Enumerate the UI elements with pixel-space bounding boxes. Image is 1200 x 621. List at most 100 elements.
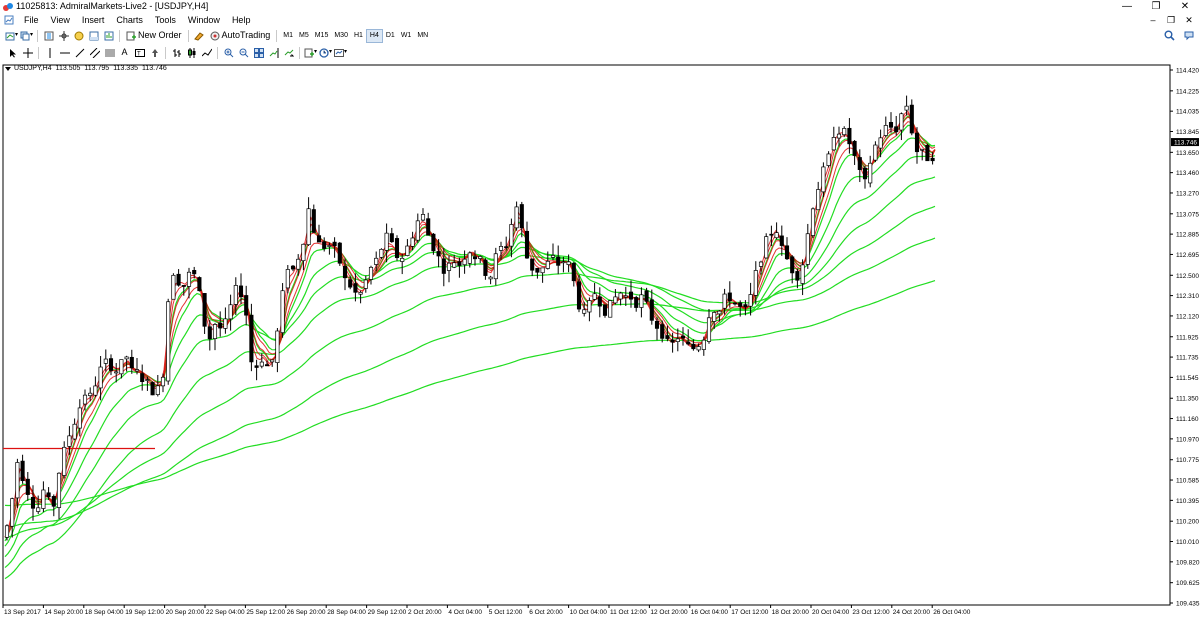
menu-window[interactable]: Window: [182, 13, 226, 27]
strategy-tester-button[interactable]: [102, 29, 115, 42]
bull-candle: [134, 369, 140, 372]
minimize-button[interactable]: —: [1113, 0, 1141, 13]
timeframe-m1-button[interactable]: M1: [280, 30, 296, 42]
zoom-out-icon: [239, 48, 248, 57]
timeframe-h4-button[interactable]: H4: [365, 28, 383, 43]
bear-candle: [238, 285, 244, 298]
navigator-button[interactable]: [72, 29, 85, 42]
horizontal-line-tool[interactable]: [58, 46, 71, 59]
mdi-close-button[interactable]: ✕: [1180, 13, 1198, 27]
menu-insert[interactable]: Insert: [76, 13, 111, 27]
bull-candle: [623, 295, 628, 298]
bull-candle: [498, 246, 504, 251]
candlestick-button[interactable]: [185, 46, 198, 59]
chat-icon[interactable]: [1184, 30, 1195, 41]
tile-windows-button[interactable]: [252, 46, 265, 59]
mdi-minimize-button[interactable]: –: [1144, 13, 1162, 27]
price-tick-label: 110.200: [1176, 519, 1199, 526]
menu-help[interactable]: Help: [226, 13, 257, 27]
periods-button[interactable]: ▾: [319, 46, 332, 59]
search-icon[interactable]: [1164, 30, 1175, 41]
new-chart-button[interactable]: ▾: [5, 29, 18, 42]
price-chart[interactable]: 114.420 114.225 114.035 113.845 113.650 113.4…: [0, 62, 1200, 621]
chart-window-icon[interactable]: [4, 15, 14, 25]
timeframe-w1-button[interactable]: W1: [398, 30, 415, 42]
bull-candle: [509, 224, 514, 247]
mdi-restore-button[interactable]: ❐: [1162, 13, 1180, 27]
bull-candle: [701, 339, 706, 350]
ohlc-high: 113.795: [84, 65, 110, 72]
autoscroll-button[interactable]: [282, 46, 295, 59]
zoom-out-button[interactable]: [237, 46, 250, 59]
price-tick-label: 114.035: [1176, 109, 1199, 116]
data-window-button[interactable]: [57, 29, 70, 42]
menu-tools[interactable]: Tools: [149, 13, 182, 27]
close-button[interactable]: ✕: [1171, 0, 1199, 13]
price-tick-label: 110.970: [1176, 436, 1199, 443]
time-axis: 13 Sep 2017 14 Sep 20:00 18 Sep 04:00 19 Se…: [2, 605, 971, 616]
menu-charts[interactable]: Charts: [110, 13, 149, 27]
zoom-in-button[interactable]: [222, 46, 235, 59]
auto-trading-button[interactable]: AutoTrading: [208, 29, 273, 42]
bull-candle: [618, 292, 623, 300]
text-label-tool[interactable]: T: [133, 46, 146, 59]
market-watch-button[interactable]: [42, 29, 55, 42]
chart-window[interactable]: 114.420 114.225 114.035 113.845 113.650 113.4…: [0, 62, 1200, 621]
bear-candle: [202, 293, 207, 327]
time-tick-label: 26 Sep 20:00: [287, 609, 326, 616]
fibonacci-tool[interactable]: [103, 46, 116, 59]
bear-candle: [727, 292, 732, 302]
bear-candle: [244, 295, 249, 316]
price-tick-label: 110.395: [1176, 498, 1199, 505]
price-tick-label: 111.925: [1176, 334, 1199, 341]
menu-view[interactable]: View: [45, 13, 76, 27]
crosshair-tool[interactable]: [21, 46, 34, 59]
indicators-button[interactable]: ▾: [304, 46, 317, 59]
profiles-button[interactable]: ▾: [20, 29, 33, 42]
bear-candle: [316, 235, 322, 243]
bear-candle: [46, 492, 51, 498]
bull-candle: [405, 245, 410, 256]
bull-candle: [160, 376, 166, 387]
timeframe-m15-button[interactable]: M15: [312, 30, 332, 42]
bear-candle: [20, 460, 25, 482]
timeframe-m5-button[interactable]: M5: [296, 30, 312, 42]
chart-shift-button[interactable]: [267, 46, 280, 59]
arrows-tool[interactable]: [148, 46, 161, 59]
chart-dropdown-icon[interactable]: [5, 66, 11, 71]
bear-candle: [264, 364, 270, 367]
bear-candle: [348, 279, 353, 288]
bear-candle: [431, 233, 436, 252]
bull-candle: [186, 271, 192, 287]
line-chart-button[interactable]: [200, 46, 213, 59]
bear-candle: [597, 296, 602, 307]
bear-candle: [254, 365, 259, 368]
terminal-button[interactable]: [87, 29, 100, 42]
bull-candle: [270, 359, 275, 363]
bear-candle: [784, 245, 790, 260]
price-axis: 114.420 114.225 114.035 113.845 113.650 113.4…: [1170, 68, 1200, 608]
timeframe-mn-button[interactable]: MN: [414, 30, 431, 42]
bar-chart-button[interactable]: [170, 46, 183, 59]
bull-candle: [212, 324, 218, 339]
timeframe-d1-button[interactable]: D1: [383, 30, 398, 42]
time-tick-label: 5 Oct 12:00: [489, 609, 523, 616]
vertical-line-tool[interactable]: [43, 46, 56, 59]
restore-button[interactable]: ❐: [1142, 0, 1170, 13]
bear-candle: [680, 335, 686, 339]
timeframe-m30-button[interactable]: M30: [331, 30, 351, 42]
equidistant-channel-tool[interactable]: [88, 46, 101, 59]
autoscroll-icon: [284, 49, 294, 56]
bull-candle: [62, 446, 67, 476]
bear-candle: [660, 324, 665, 339]
cursor-tool[interactable]: [6, 46, 19, 59]
price-tick-label: 111.160: [1176, 416, 1199, 423]
menu-file[interactable]: File: [18, 13, 45, 27]
metaeditor-button[interactable]: [193, 29, 206, 42]
templates-button[interactable]: ▾: [334, 46, 347, 59]
trendline-tool[interactable]: [73, 46, 86, 59]
timeframe-h1-button[interactable]: H1: [351, 30, 366, 42]
new-order-button[interactable]: New Order: [124, 29, 184, 42]
text-tool[interactable]: A: [118, 46, 131, 59]
bear-candle: [738, 302, 743, 307]
